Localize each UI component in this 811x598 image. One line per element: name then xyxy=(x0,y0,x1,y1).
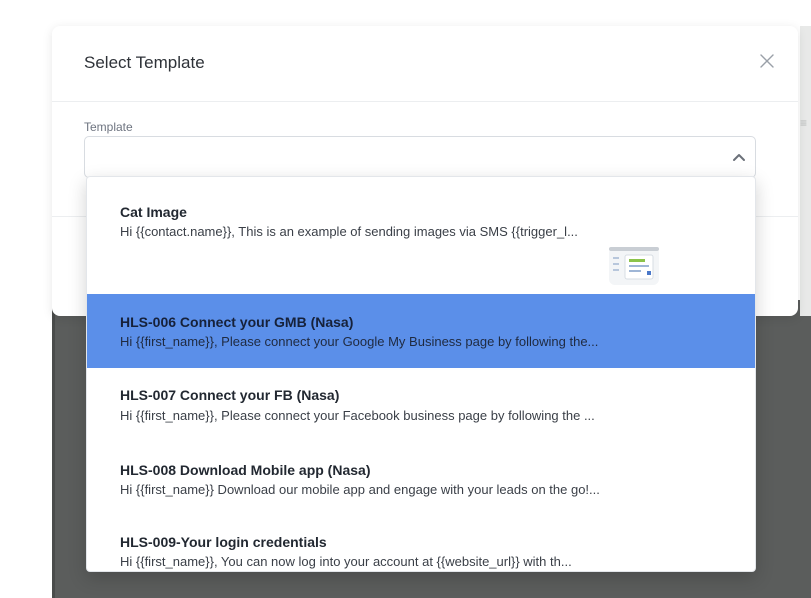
template-select[interactable] xyxy=(84,136,756,178)
background-panel-icon: ≡ xyxy=(800,116,808,130)
option-description: Hi {{contact.name}}, This is an example … xyxy=(120,224,578,239)
option-description: Hi {{first_name}}, You can now log into … xyxy=(120,554,572,569)
option-description: Hi {{first_name}}, Please connect your G… xyxy=(120,334,599,349)
option-description: Hi {{first_name}}, Please connect your F… xyxy=(120,408,595,423)
option-title: HLS-006 Connect your GMB (Nasa) xyxy=(120,314,354,330)
close-icon xyxy=(760,54,774,68)
option-title: HLS-007 Connect your FB (Nasa) xyxy=(120,387,340,403)
template-option-hls-009[interactable]: HLS-009-Your login credentials Hi {{firs… xyxy=(87,520,755,571)
chevron-up-icon[interactable] xyxy=(731,150,747,164)
template-option-hls-008[interactable]: HLS-008 Download Mobile app (Nasa) Hi {{… xyxy=(87,444,755,520)
option-title: Cat Image xyxy=(120,204,187,220)
template-field-label: Template xyxy=(84,120,133,134)
template-dropdown-list: Cat Image Hi {{contact.name}}, This is a… xyxy=(86,176,756,572)
option-description: Hi {{first_name}} Download our mobile ap… xyxy=(120,482,600,497)
header-divider xyxy=(52,101,798,102)
modal-title: Select Template xyxy=(84,53,205,72)
option-title: HLS-008 Download Mobile app (Nasa) xyxy=(120,462,371,478)
template-option-hls-006[interactable]: HLS-006 Connect your GMB (Nasa) Hi {{fir… xyxy=(87,294,755,368)
template-option-hls-007[interactable]: HLS-007 Connect your FB (Nasa) Hi {{firs… xyxy=(87,368,755,444)
close-button[interactable] xyxy=(754,48,780,74)
background-panel-edge xyxy=(800,26,811,316)
template-option-cat-image[interactable]: Cat Image Hi {{contact.name}}, This is a… xyxy=(87,177,755,294)
option-title: HLS-009-Your login credentials xyxy=(120,534,327,550)
backdrop-edge xyxy=(52,300,55,598)
image-thumbnail-icon xyxy=(609,247,659,285)
